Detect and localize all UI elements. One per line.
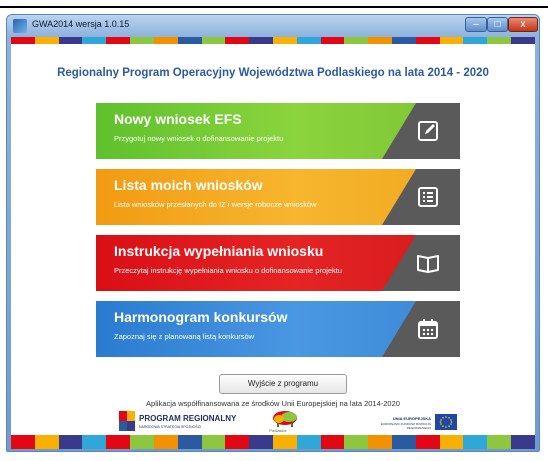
- stripe-segment: [368, 435, 392, 449]
- stripe-segment: [201, 435, 226, 449]
- instructions-tile[interactable]: Instrukcja wypełniania wniosku Przeczyta…: [96, 235, 460, 291]
- calendar-icon: [416, 317, 440, 341]
- eu-flag-icon: [435, 414, 457, 430]
- stripe-segment: [511, 37, 535, 44]
- stripe-segment: [463, 37, 488, 44]
- my-applications-tile[interactable]: Lista moich wniosków Lista wniosków prze…: [96, 169, 460, 225]
- stripe-segment: [439, 435, 464, 449]
- tile-title: Instrukcja wypełniania wniosku: [114, 243, 324, 259]
- stripe-segment: [487, 37, 512, 44]
- eu-title: UNIA EUROPEJSKA: [392, 416, 431, 421]
- schedule-tile[interactable]: Harmonogram konkursów Zapoznaj się z pla…: [96, 301, 460, 357]
- tile-subtitle: Zapoznaj się z planowaną listą konkursów: [114, 332, 255, 341]
- stripe-segment: [392, 37, 416, 44]
- title-bar[interactable]: GWA2014 wersja 1.0.15 – □ x: [7, 15, 539, 37]
- stripe-segment: [11, 37, 35, 44]
- program-regional-subtitle: NARODOWA STRATEGIA SPÓJNOŚCI: [139, 425, 202, 429]
- podlaskie-label: Podlaskie: [269, 428, 287, 433]
- stripe-segment: [177, 435, 202, 449]
- app-icon: [13, 19, 27, 33]
- tile-title: Lista moich wniosków: [114, 177, 263, 193]
- stripe-segment: [487, 435, 512, 449]
- color-stripe-top: [11, 37, 535, 44]
- bison-icon: [273, 411, 297, 427]
- stripe-segment: [58, 435, 83, 449]
- stripe-segment: [249, 435, 273, 449]
- stripe-segment: [320, 435, 345, 449]
- exit-button[interactable]: Wyjście z programu: [219, 374, 347, 394]
- stripe-segment: [153, 37, 178, 44]
- new-application-tile[interactable]: Nowy wniosek EFS Przygotuj nowy wniosek …: [96, 103, 460, 159]
- stripe-segment: [225, 37, 250, 44]
- program-regional-mark-icon: [119, 411, 135, 431]
- tile-subtitle: Przygotuj nowy wniosek o dofinansowanie …: [114, 134, 284, 143]
- podlaskie-logo: Podlaskie: [261, 409, 311, 435]
- edit-icon: [416, 119, 440, 143]
- stripe-segment: [34, 435, 59, 449]
- stripe-segment: [58, 37, 83, 44]
- stripe-segment: [11, 435, 35, 449]
- page-title: Regionalny Program Operacyjny Województw…: [57, 67, 489, 79]
- tile-title: Nowy wniosek EFS: [114, 111, 242, 127]
- stripe-segment: [82, 37, 107, 44]
- stripe-segment: [511, 435, 535, 449]
- stripe-segment: [177, 37, 202, 44]
- eu-subtitle: EUROPEJSKI FUNDUSZ ROZWOJU REGIONALNEGO: [380, 422, 431, 430]
- stripe-segment: [320, 37, 345, 44]
- list-icon: [416, 185, 440, 209]
- tile-title: Harmonogram konkursów: [114, 309, 288, 325]
- stripe-segment: [106, 37, 131, 44]
- stripe-segment: [344, 37, 369, 44]
- tile-subtitle: Przeczytaj instrukcję wypełniania wniosk…: [114, 266, 343, 275]
- stripe-segment: [344, 435, 369, 449]
- color-stripe-bottom: [11, 435, 535, 449]
- tile-subtitle: Lista wniosków przesłanych do IZ i wersj…: [114, 200, 317, 209]
- maximize-button[interactable]: □: [487, 17, 508, 32]
- stripe-segment: [82, 435, 107, 449]
- stripe-segment: [296, 435, 321, 449]
- stripe-segment: [130, 37, 154, 44]
- program-regional-logo: PROGRAM REGIONALNY NARODOWA STRATEGIA SP…: [119, 411, 259, 433]
- stripe-segment: [153, 435, 178, 449]
- stripe-segment: [201, 37, 226, 44]
- stripe-segment: [368, 37, 392, 44]
- book-icon: [416, 251, 440, 275]
- stripe-segment: [415, 435, 440, 449]
- stripe-segment: [439, 37, 464, 44]
- eu-logo: UNIA EUROPEJSKA EUROPEJSKI FUNDUSZ ROZWO…: [373, 414, 457, 434]
- stripe-segment: [34, 37, 59, 44]
- stripe-segment: [296, 37, 321, 44]
- stripe-segment: [463, 435, 488, 449]
- stripe-segment: [272, 37, 297, 44]
- cofinancing-note: Aplikacja współfinansowana ze środków Un…: [146, 399, 400, 408]
- stripe-segment: [130, 435, 154, 449]
- minimize-button[interactable]: –: [465, 17, 487, 32]
- stripe-segment: [106, 435, 131, 449]
- close-button[interactable]: x: [508, 17, 538, 32]
- stripe-segment: [392, 435, 416, 449]
- stripe-segment: [249, 37, 273, 44]
- top-border-line: [0, 6, 548, 8]
- stripe-segment: [415, 37, 440, 44]
- main-panel: Regionalny Program Operacyjny Województw…: [11, 37, 535, 449]
- stripe-segment: [272, 435, 297, 449]
- window-title: GWA2014 wersja 1.0.15: [32, 19, 130, 29]
- program-regional-title: PROGRAM REGIONALNY: [139, 414, 237, 423]
- stripe-segment: [225, 435, 250, 449]
- app-window: GWA2014 wersja 1.0.15 – □ x Regionalny P…: [6, 14, 540, 452]
